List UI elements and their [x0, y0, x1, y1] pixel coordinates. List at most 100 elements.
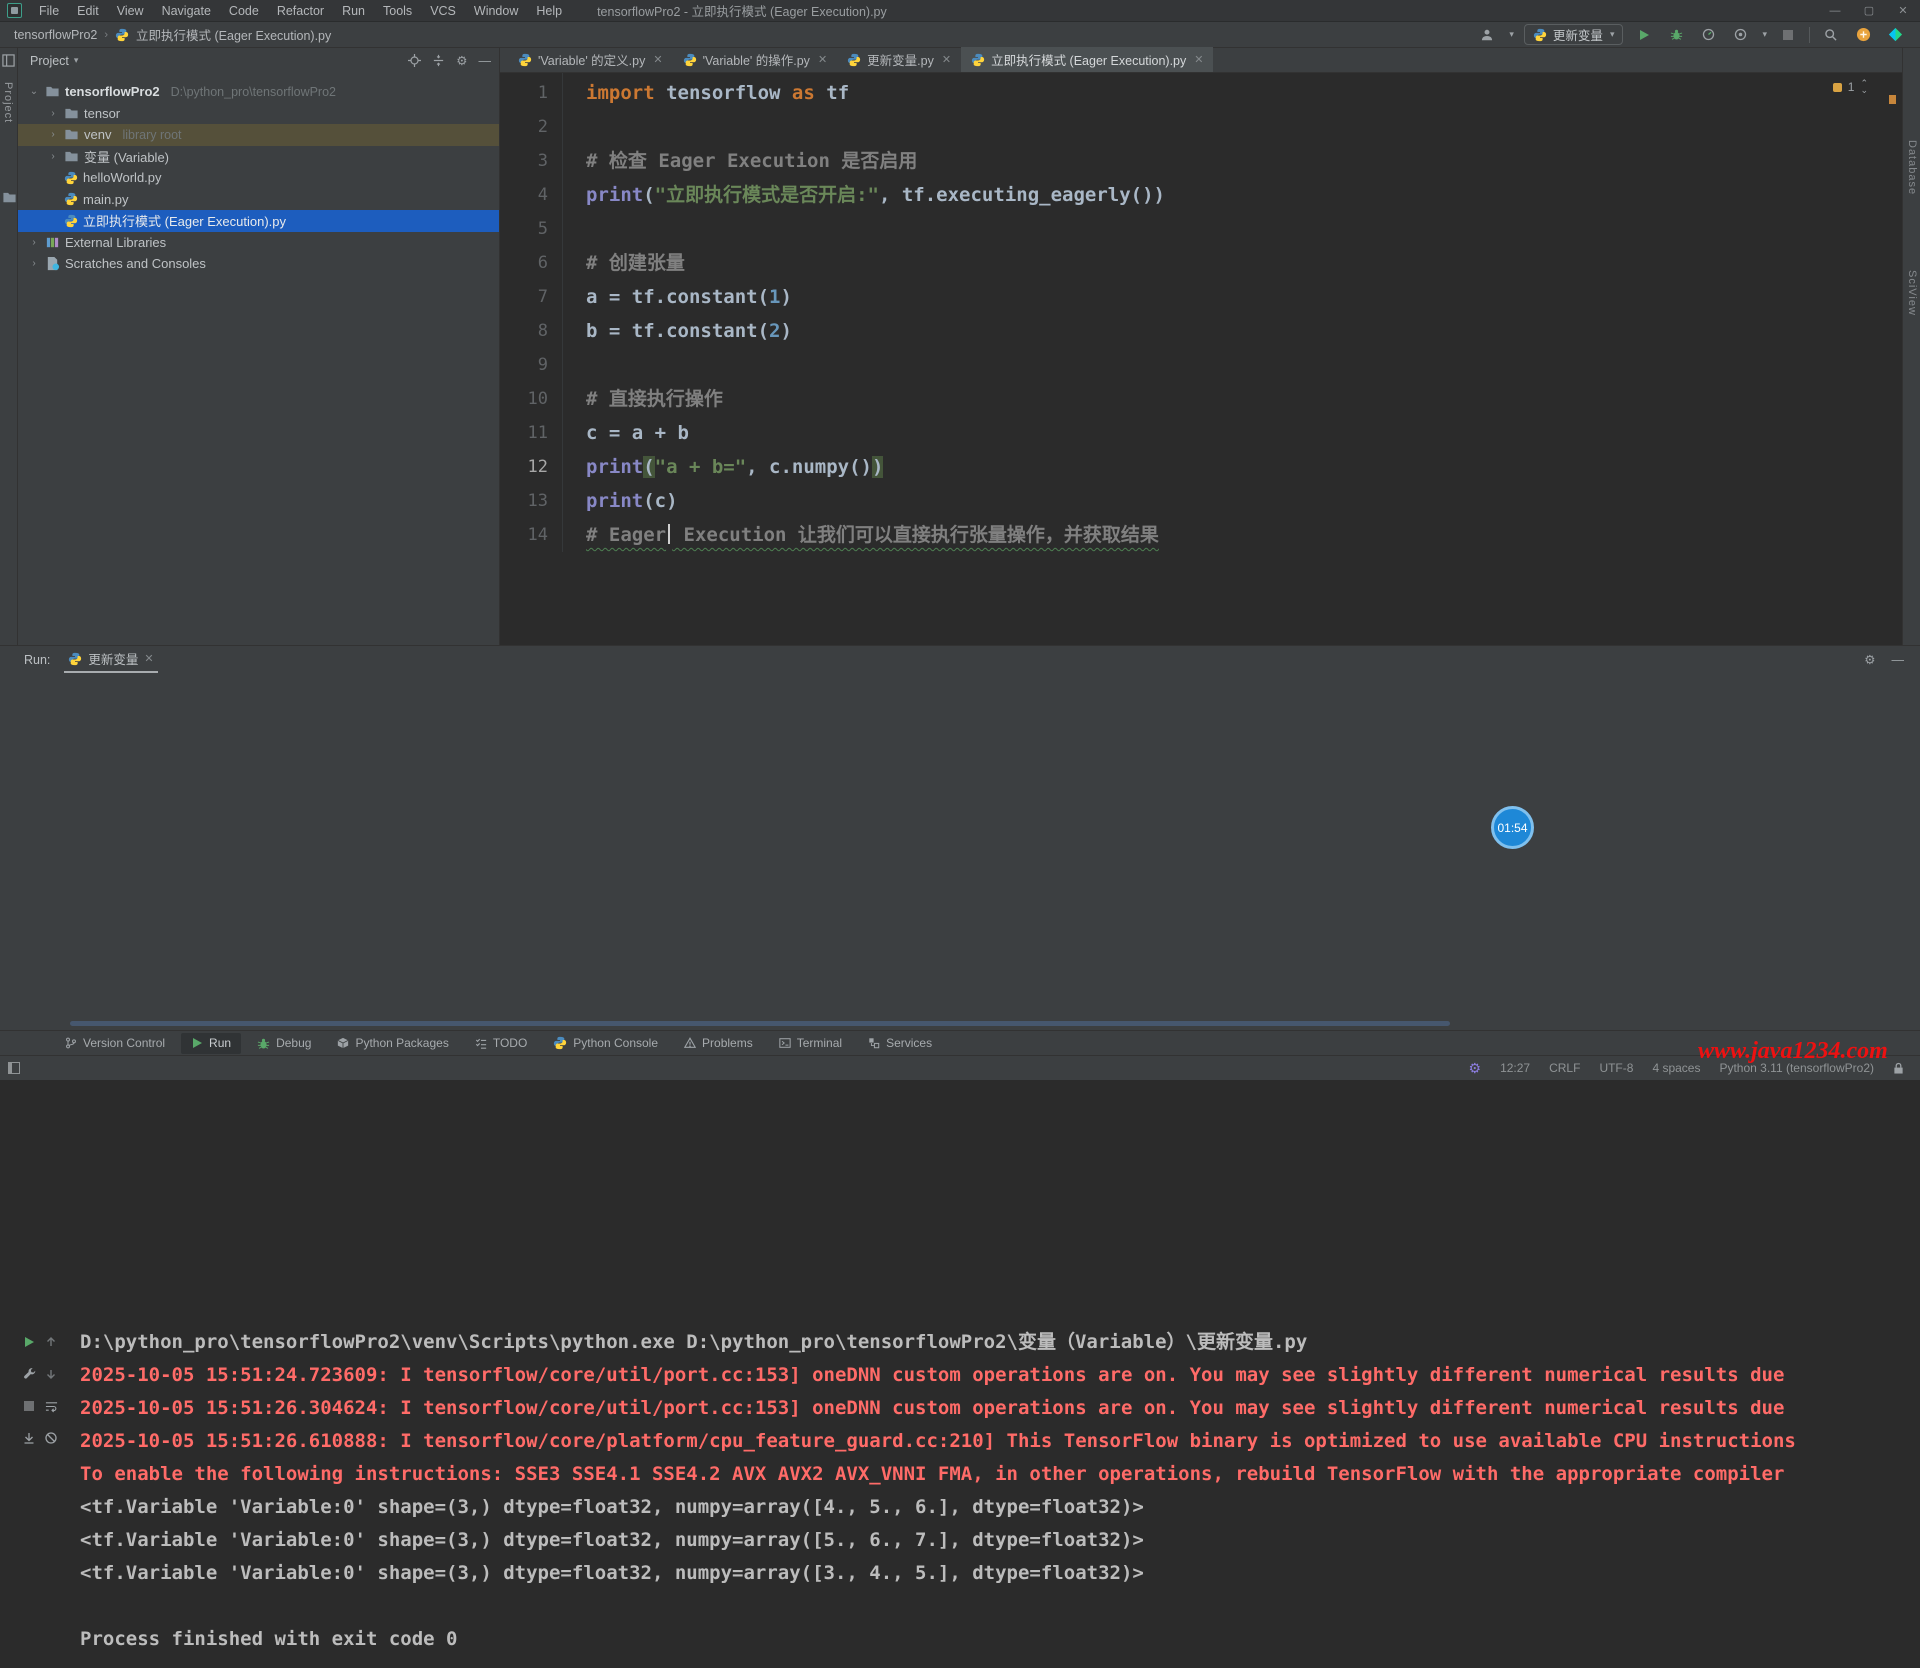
line-number[interactable]: 4	[500, 178, 548, 212]
next-issue-icon[interactable]: ⌄	[1860, 87, 1868, 94]
code-line-14[interactable]: 14 # Eager Execution 让我们可以直接执行张量操作，并获取结果	[500, 518, 1902, 552]
project-settings-gear-icon[interactable]: ⚙	[456, 53, 467, 68]
code-text[interactable]: import tensorflow as tf	[586, 76, 849, 110]
locate-file-icon[interactable]	[408, 54, 421, 67]
code-text[interactable]: # 直接执行操作	[586, 382, 723, 416]
tree-expand-icon[interactable]: ›	[47, 129, 59, 140]
code-line-6[interactable]: 6 # 创建张量	[500, 246, 1902, 280]
code-text[interactable]: c = a + b	[586, 416, 689, 450]
ide-logo-icon[interactable]	[1884, 25, 1906, 45]
caret-position[interactable]: 12:27	[1500, 1061, 1530, 1075]
line-number[interactable]: 14	[500, 518, 548, 552]
toolwindow-button-terminal[interactable]: Terminal	[769, 1033, 852, 1054]
tree-item[interactable]: ›venvlibrary root	[18, 124, 499, 146]
indent-setting[interactable]: 4 spaces	[1652, 1061, 1700, 1075]
tab-close-icon[interactable]: ✕	[653, 53, 662, 66]
profile-button[interactable]	[1697, 25, 1719, 45]
stop-button[interactable]	[1777, 25, 1799, 45]
line-separator[interactable]: CRLF	[1549, 1061, 1580, 1075]
toolwindow-button-python-packages[interactable]: Python Packages	[327, 1033, 458, 1054]
tree-expand-icon[interactable]: ›	[47, 108, 59, 119]
menu-item-help[interactable]: Help	[527, 4, 571, 18]
line-number[interactable]: 8	[500, 314, 548, 348]
debug-button[interactable]	[1665, 25, 1687, 45]
code-line-3[interactable]: 3# 检查 Eager Execution 是否启用	[500, 144, 1902, 178]
line-number[interactable]: 13	[500, 484, 548, 518]
code-text[interactable]: # Eager Execution 让我们可以直接执行张量操作，并获取结果	[586, 518, 1159, 552]
menu-item-refactor[interactable]: Refactor	[268, 4, 333, 18]
code-text[interactable]: # 创建张量	[586, 246, 685, 280]
code-text[interactable]: print("a + b=", c.numpy())	[586, 450, 883, 484]
tree-item[interactable]: ›Scratches and Consoles	[18, 253, 499, 275]
soft-wrap-icon[interactable]	[45, 1400, 58, 1413]
tree-item[interactable]: ›变量 (Variable)	[18, 146, 499, 168]
code-line-1[interactable]: 1 import tensorflow as tf	[500, 76, 1902, 110]
line-number[interactable]: 7	[500, 280, 548, 314]
window-layout-icon[interactable]	[2, 54, 15, 67]
tree-item[interactable]: helloWorld.py	[18, 167, 499, 189]
line-number[interactable]: 6	[500, 246, 548, 280]
line-number[interactable]: 12	[500, 450, 548, 484]
editor-tab-2[interactable]: 'Variable' 的操作.py✕	[673, 47, 838, 72]
menu-item-window[interactable]: Window	[465, 4, 527, 18]
tree-item[interactable]: ⌄tensorflowPro2D:\python_pro\tensorflowP…	[18, 81, 499, 103]
readonly-lock-icon[interactable]	[1893, 1062, 1904, 1075]
code-text[interactable]: b = tf.constant(2)	[586, 314, 792, 348]
code-editor[interactable]: 1 import tensorflow as tf 23# 检查 Eager Exe…	[500, 73, 1902, 552]
line-number[interactable]: 9	[500, 348, 548, 382]
tree-item[interactable]: main.py	[18, 189, 499, 211]
run-console-tab[interactable]: 更新变量 ✕	[64, 646, 157, 673]
close-button[interactable]: ✕	[1886, 0, 1920, 22]
menu-item-tools[interactable]: Tools	[374, 4, 421, 18]
up-the-stack-icon[interactable]	[45, 1336, 57, 1348]
notifications-orange-icon[interactable]	[1852, 25, 1874, 45]
line-number[interactable]: 11	[500, 416, 548, 450]
code-line-5[interactable]: 5	[500, 212, 1902, 246]
line-number[interactable]: 2	[500, 110, 548, 144]
code-line-2[interactable]: 2	[500, 110, 1902, 144]
run-config-selector[interactable]: 更新变量 ▾	[1524, 24, 1624, 45]
menu-item-edit[interactable]: Edit	[68, 4, 108, 18]
collapse-all-icon[interactable]	[432, 54, 445, 67]
tree-item[interactable]: 立即执行模式 (Eager Execution).py	[18, 210, 499, 232]
code-text[interactable]: print(c)	[586, 484, 678, 518]
maximize-button[interactable]: ▢	[1852, 0, 1886, 22]
run-settings-gear-icon[interactable]: ⚙	[1864, 652, 1875, 667]
plugin-status-icon[interactable]: ⚙	[1469, 1060, 1482, 1077]
scrollbar-warning-mark[interactable]	[1889, 95, 1896, 104]
code-line-9[interactable]: 9	[500, 348, 1902, 382]
editor-tab-1[interactable]: 'Variable' 的定义.py✕	[508, 47, 673, 72]
project-folder-icon[interactable]	[2, 190, 17, 205]
toolwindow-tab-sciview[interactable]: SciView	[1906, 270, 1918, 316]
line-number[interactable]: 3	[500, 144, 548, 178]
project-header-title[interactable]: Project	[30, 54, 69, 68]
tree-expand-icon[interactable]: ›	[47, 151, 59, 162]
clear-console-icon[interactable]	[45, 1432, 57, 1444]
inspection-widget[interactable]: 1 ⌃⌄	[1833, 80, 1868, 94]
scroll-to-end-icon[interactable]	[23, 1432, 35, 1444]
toolwindow-tab-project[interactable]: Project	[2, 82, 14, 123]
file-encoding[interactable]: UTF-8	[1599, 1061, 1633, 1075]
code-line-7[interactable]: 7 a = tf.constant(1)	[500, 280, 1902, 314]
breadcrumb-file[interactable]: 立即执行模式 (Eager Execution).py	[136, 25, 331, 44]
tree-item[interactable]: ›External Libraries	[18, 232, 499, 254]
menu-item-view[interactable]: View	[108, 4, 153, 18]
toolwindow-button-services[interactable]: Services	[858, 1033, 942, 1054]
code-line-11[interactable]: 11 c = a + b	[500, 416, 1902, 450]
toolwindow-button-version-control[interactable]: Version Control	[55, 1033, 175, 1054]
coverage-button[interactable]	[1729, 25, 1751, 45]
more-run-actions-icon[interactable]: ▾	[1762, 29, 1767, 40]
line-number[interactable]: 1	[500, 76, 548, 110]
tab-close-icon[interactable]: ✕	[942, 53, 951, 66]
breadcrumb-project[interactable]: tensorflowPro2	[14, 28, 97, 42]
code-text[interactable]: a = tf.constant(1)	[586, 280, 792, 314]
tree-expand-icon[interactable]: ›	[28, 258, 40, 269]
code-line-10[interactable]: 10 # 直接执行操作	[500, 382, 1902, 416]
menu-item-run[interactable]: Run	[333, 4, 374, 18]
line-number[interactable]: 10	[500, 382, 548, 416]
minimize-button[interactable]: —	[1818, 0, 1852, 22]
tab-close-icon[interactable]: ✕	[818, 53, 827, 66]
run-tab-close-icon[interactable]: ✕	[144, 652, 153, 665]
tree-expand-icon[interactable]: ⌄	[28, 86, 40, 97]
vcs-user-icon[interactable]	[1476, 25, 1498, 45]
